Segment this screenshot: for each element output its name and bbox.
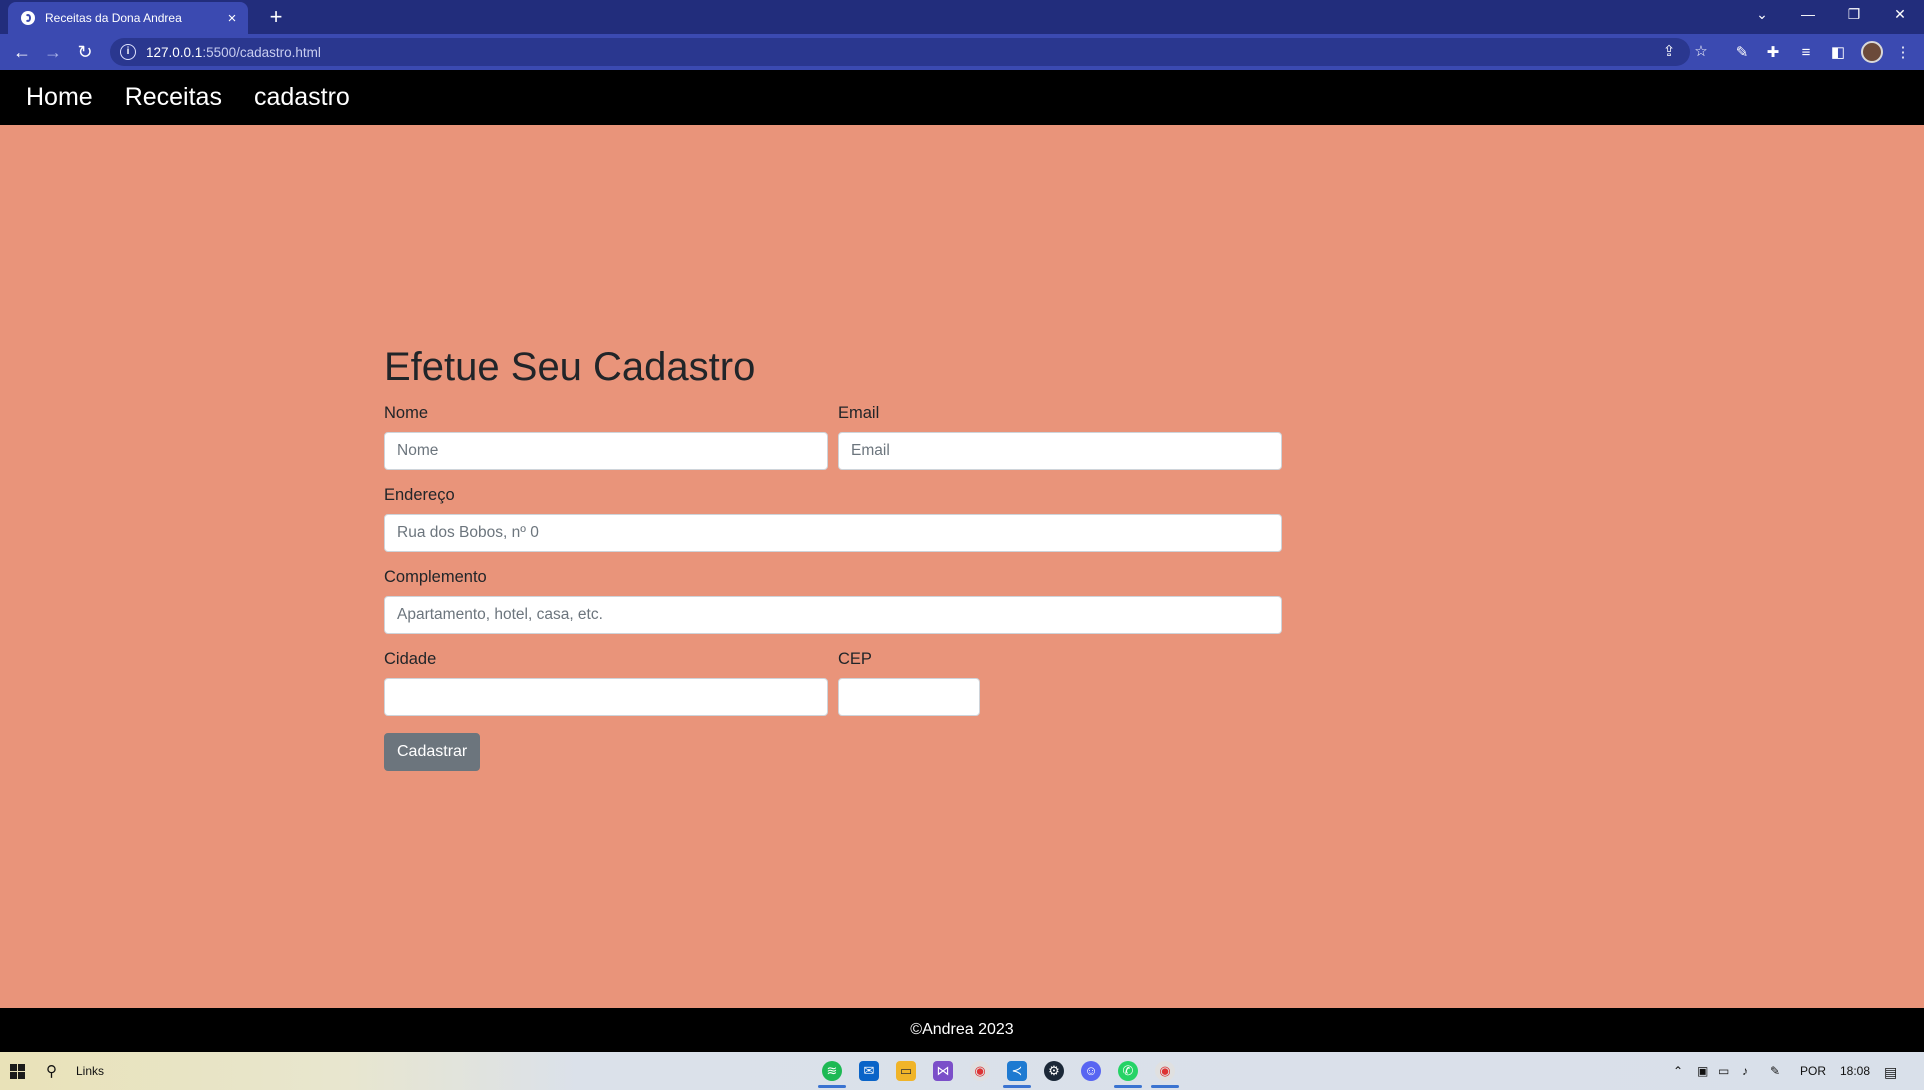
email-label: Email — [838, 404, 880, 422]
extensions-puzzle-icon[interactable]: ✚ — [1762, 44, 1784, 62]
steam-icon[interactable]: ⚙ — [1044, 1061, 1064, 1081]
bookmark-star-icon[interactable]: ☆ — [1690, 42, 1712, 62]
footer-text: ©Andrea 2023 — [910, 1021, 1014, 1038]
tab-close-icon[interactable]: × — [222, 10, 242, 27]
restore-button[interactable]: ❐ — [1834, 0, 1874, 30]
share-icon[interactable]: ⇪ — [1658, 42, 1680, 62]
minimize-button[interactable]: — — [1788, 0, 1828, 30]
extension-pen-icon[interactable]: ✎ — [1731, 44, 1753, 62]
url-host: 127.0.0.1 — [146, 44, 203, 60]
forward-icon[interactable]: → — [41, 40, 65, 64]
site-navbar: Home Receitas cadastro — [0, 70, 1924, 125]
spotify-icon[interactable]: ≋ — [818, 1061, 846, 1088]
url-path: :5500/cadastro.html — [202, 44, 321, 60]
discord-icon[interactable]: ☺ — [1081, 1061, 1101, 1081]
nav-home-link[interactable]: Home — [26, 83, 93, 112]
page-title: Efetue Seu Cadastro — [384, 345, 756, 389]
tab-search-button[interactable]: ⌄ — [1742, 0, 1782, 30]
tab-title: Receitas da Dona Andrea — [45, 11, 182, 25]
reload-icon[interactable]: ↻ — [73, 40, 97, 64]
endereco-label: Endereço — [384, 486, 455, 504]
nav-receitas-link[interactable]: Receitas — [125, 83, 222, 112]
back-icon[interactable]: ← — [10, 40, 34, 64]
whatsapp-icon[interactable]: ✆ — [1114, 1061, 1142, 1088]
chrome-icon[interactable]: ◉ — [970, 1061, 990, 1081]
file-explorer-icon[interactable]: ▭ — [896, 1061, 916, 1081]
side-panel-icon[interactable]: ◧ — [1827, 44, 1849, 62]
nav-cadastro-link[interactable]: cadastro — [254, 83, 350, 112]
chrome-active-icon[interactable]: ◉ — [1151, 1061, 1179, 1088]
registration-form: Efetue Seu Cadastro Nome Email Endereço … — [384, 345, 1282, 771]
site-footer: ©Andrea 2023 — [0, 1008, 1924, 1052]
cep-input[interactable] — [838, 678, 980, 716]
url-text: 127.0.0.1:5500/cadastro.html — [146, 45, 321, 60]
cidade-label: Cidade — [384, 650, 437, 668]
menu-kebab-icon[interactable]: ⋮ — [1892, 44, 1914, 62]
os-taskbar: ⚲ Links ≋ ✉ ▭ ⋈ ◉ ≺ ⚙ ☺ ✆ ◉ ⌃ ▣ ▭ ♪ ✎ PO… — [0, 1052, 1924, 1090]
volume-icon[interactable]: ♪ — [1742, 1064, 1748, 1078]
site-info-icon[interactable]: i — [120, 44, 136, 60]
close-window-button[interactable]: ✕ — [1880, 0, 1920, 30]
tray-app-icon[interactable]: ▣ — [1697, 1064, 1708, 1078]
mail-icon[interactable]: ✉ — [859, 1061, 879, 1081]
notifications-icon[interactable]: ▤ — [1884, 1064, 1897, 1081]
network-icon[interactable]: ▭ — [1718, 1064, 1729, 1078]
complemento-label: Complemento — [384, 568, 487, 586]
browser-tab-bar: Receitas da Dona Andrea × + ⌄ — ❐ ✕ — [0, 0, 1924, 34]
nome-input[interactable] — [384, 432, 828, 470]
tray-overflow-icon[interactable]: ⌃ — [1673, 1064, 1683, 1078]
complemento-input[interactable] — [384, 596, 1282, 634]
browser-tab[interactable]: Receitas da Dona Andrea × — [8, 2, 248, 34]
cidade-input[interactable] — [384, 678, 828, 716]
address-bar[interactable]: i 127.0.0.1:5500/cadastro.html ⇪ ☆ — [110, 38, 1708, 66]
windows-start-icon[interactable] — [10, 1064, 25, 1079]
profile-avatar[interactable] — [1861, 41, 1883, 63]
search-icon[interactable]: ⚲ — [46, 1062, 57, 1080]
endereco-input[interactable] — [384, 514, 1282, 552]
taskbar-search-label[interactable]: Links — [76, 1064, 104, 1078]
clock[interactable]: 18:08 — [1840, 1064, 1870, 1078]
vscode-icon[interactable]: ≺ — [1003, 1061, 1031, 1088]
pen-icon[interactable]: ✎ — [1770, 1064, 1780, 1078]
visual-studio-icon[interactable]: ⋈ — [933, 1061, 953, 1081]
email-input[interactable] — [838, 432, 1282, 470]
language-indicator[interactable]: POR — [1800, 1064, 1826, 1078]
nome-label: Nome — [384, 404, 429, 422]
browser-toolbar: ← → ↻ i 127.0.0.1:5500/cadastro.html ⇪ ☆… — [0, 34, 1924, 70]
cep-label: CEP — [838, 650, 872, 668]
new-tab-button[interactable]: + — [262, 3, 290, 31]
site-favicon-icon — [21, 11, 35, 25]
reading-list-icon[interactable]: ≡ — [1795, 44, 1817, 62]
cadastrar-button[interactable]: Cadastrar — [384, 733, 481, 771]
